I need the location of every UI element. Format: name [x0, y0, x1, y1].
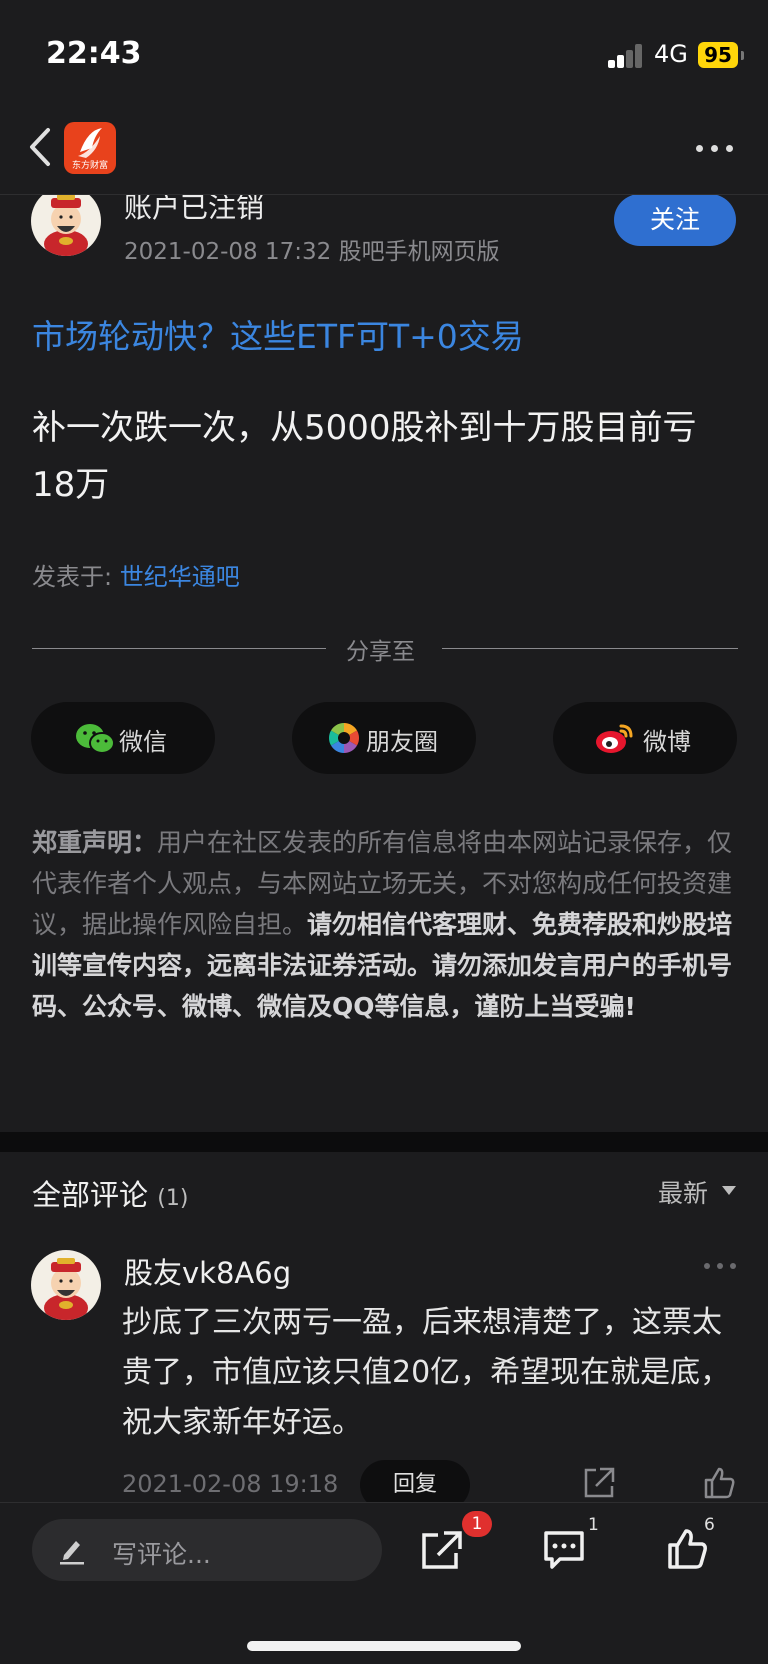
- comments-title: 全部评论: [32, 1178, 149, 1212]
- share-icon: [422, 1531, 462, 1569]
- follow-button[interactable]: 关注: [614, 194, 736, 246]
- comments-count: (1): [157, 1186, 189, 1211]
- comment-time: 2021-02-08 19:18: [122, 1470, 339, 1498]
- like-count: 6: [704, 1515, 715, 1535]
- share-weibo-button[interactable]: 微博: [553, 702, 737, 774]
- pencil-icon: [58, 1535, 86, 1569]
- disclaimer: 郑重声明：用户在社区发表的所有信息将由本网站记录保存，仅代表作者个人观点，与本网…: [32, 822, 738, 1027]
- more-options-button[interactable]: [696, 142, 736, 154]
- write-comment-placeholder: 写评论...: [112, 1540, 211, 1569]
- share-weibo-label: 微博: [643, 728, 691, 756]
- sort-dropdown[interactable]: 最新: [658, 1174, 708, 1210]
- share-divider-left: [32, 648, 326, 649]
- post-body: 补一次跌一次，从5000股补到十万股目前亏18万: [32, 408, 697, 505]
- comment-share-icon[interactable]: [582, 1466, 616, 1504]
- nav-bar: 东方财富: [0, 100, 768, 195]
- share-divider-right: [442, 648, 738, 649]
- share-label: 分享至: [346, 639, 415, 665]
- disclaimer-title: 郑重声明：: [32, 828, 158, 857]
- share-moments-label: 朋友圈: [366, 728, 438, 756]
- battery-tip: [741, 51, 744, 60]
- stock-bar-link[interactable]: 世纪华通吧: [120, 563, 240, 591]
- comment-more-icon[interactable]: [704, 1263, 736, 1271]
- comment-text: 抄底了三次两亏一盈，后来想清楚了，这票太贵了，市值应该只值20亿，希望现在就是底…: [122, 1305, 731, 1440]
- share-wechat-button[interactable]: 微信: [31, 702, 215, 774]
- moments-icon: [328, 722, 360, 760]
- write-comment-input[interactable]: 写评论...: [32, 1519, 382, 1581]
- bottom-bar: 写评论... 1 1 6: [0, 1502, 768, 1664]
- network-type: 4G: [654, 40, 688, 68]
- home-indicator: [247, 1641, 521, 1651]
- comments-header: 全部评论 (1): [32, 1172, 188, 1214]
- posted-in: 发表于: 世纪华通吧: [32, 557, 240, 592]
- wechat-icon: [75, 722, 115, 762]
- caret-down-icon[interactable]: [722, 1186, 736, 1195]
- share-badge: 1: [462, 1511, 492, 1537]
- chevron-left-icon: [30, 128, 50, 166]
- share-button[interactable]: [420, 1529, 464, 1575]
- logo-text: 东方财富: [71, 161, 108, 171]
- commenter-avatar[interactable]: [31, 1250, 101, 1320]
- author-avatar[interactable]: [31, 186, 101, 256]
- like-button[interactable]: [666, 1527, 708, 1575]
- comment-icon: [544, 1531, 584, 1569]
- status-time: 22:43: [46, 36, 142, 71]
- share-wechat-label: 微信: [119, 728, 167, 756]
- post-meta: 2021-02-08 17:32 股吧手机网页版: [124, 239, 500, 265]
- signal-icon: [608, 44, 644, 68]
- weibo-icon: [595, 722, 637, 760]
- comment-button[interactable]: [542, 1529, 586, 1575]
- back-button[interactable]: [24, 126, 60, 168]
- eastmoney-logo[interactable]: 东方财富: [64, 122, 116, 174]
- commenter-name[interactable]: 股友vk8A6g: [124, 1250, 291, 1292]
- promo-link[interactable]: 市场轮动快？这些ETF可T+0交易: [32, 310, 524, 358]
- thumbs-up-icon: [668, 1529, 707, 1569]
- share-moments-button[interactable]: 朋友圈: [292, 702, 476, 774]
- section-gap: [0, 1132, 768, 1152]
- comment-like-icon[interactable]: [702, 1466, 736, 1504]
- posted-in-label: 发表于:: [32, 563, 120, 591]
- battery-icon: 95: [698, 42, 738, 68]
- comment-count: 1: [588, 1515, 599, 1535]
